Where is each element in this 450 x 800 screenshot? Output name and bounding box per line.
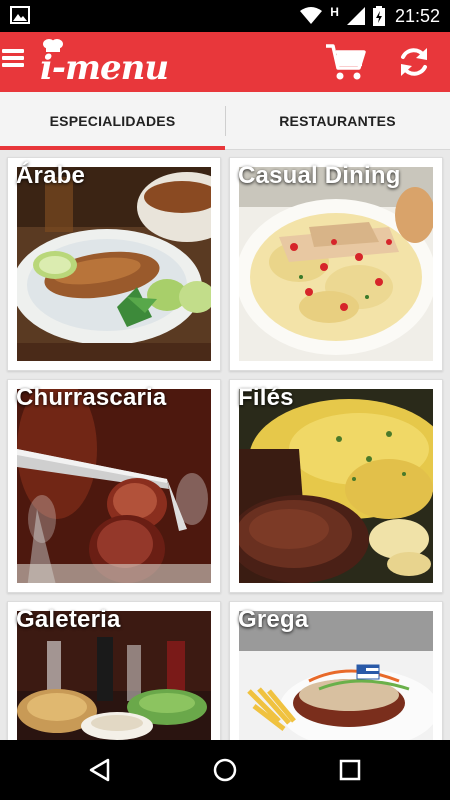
category-card-galeteria[interactable]: Galeteria <box>7 601 221 740</box>
category-card-arabe[interactable]: Árabe <box>7 157 221 371</box>
logo-text: i-menu <box>40 48 169 88</box>
clock: 21:52 <box>394 5 440 26</box>
files-food-photo <box>239 389 433 583</box>
arabe-food-photo <box>17 167 211 361</box>
tab-especialidades[interactable]: ESPECIALIDADES <box>0 92 225 150</box>
category-label: Grega <box>238 606 309 633</box>
churrascaria-food-photo <box>17 389 211 583</box>
category-label: Galeteria <box>16 606 121 633</box>
status-bar: H 21:52 <box>0 0 450 32</box>
category-card-casual-dining[interactable]: Casual Dining <box>229 157 443 371</box>
tab-bar: ESPECIALIDADES RESTAURANTES <box>0 92 450 150</box>
casual-dining-food-photo <box>239 167 433 361</box>
back-icon[interactable] <box>86 755 116 785</box>
home-icon[interactable] <box>210 755 240 785</box>
tab-restaurantes[interactable]: RESTAURANTES <box>225 92 450 150</box>
menu-icon[interactable] <box>2 46 26 76</box>
category-grid: Árabe Casual Dining Churrascaria Filés G… <box>0 150 450 740</box>
cart-icon[interactable] <box>324 42 366 82</box>
category-label: Churrascaria <box>16 384 167 411</box>
category-card-grega[interactable]: Grega <box>229 601 443 740</box>
app-bar: i-menu <box>0 32 450 92</box>
app-screen: H 21:52 i-menu ESPECIALIDADES RESTAURANT… <box>0 0 450 800</box>
category-card-files[interactable]: Filés <box>229 379 443 593</box>
category-label: Filés <box>238 384 294 411</box>
refresh-icon[interactable] <box>396 44 432 80</box>
wifi-icon <box>300 7 323 24</box>
network-type-label: H <box>330 5 339 19</box>
signal-icon <box>346 7 365 25</box>
category-label: Casual Dining <box>238 162 401 189</box>
category-label: Árabe <box>16 162 86 189</box>
battery-icon <box>372 6 385 26</box>
recents-icon[interactable] <box>335 755 365 785</box>
category-card-churrascaria[interactable]: Churrascaria <box>7 379 221 593</box>
system-nav-bar <box>0 740 450 800</box>
image-icon <box>10 6 30 24</box>
